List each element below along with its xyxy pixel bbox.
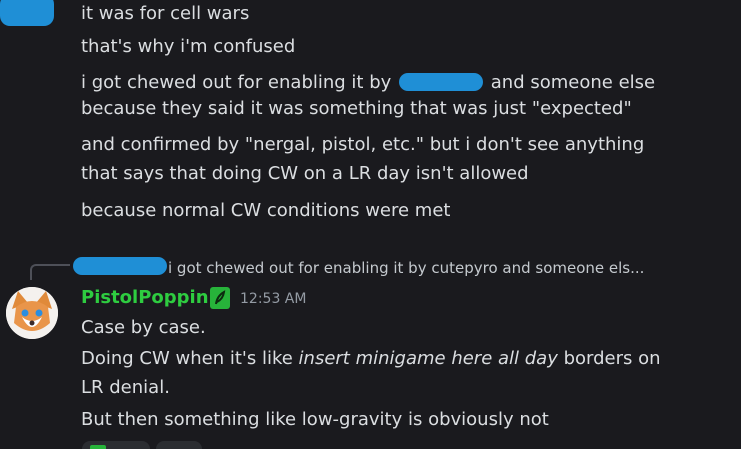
message-text-long: because they said it was something that … bbox=[81, 98, 632, 119]
message-text: it was for cell wars bbox=[81, 3, 250, 24]
message-text: But then something like low-gravity is o… bbox=[81, 409, 549, 430]
chat-view: it was for cell wars that's why i'm conf… bbox=[0, 0, 741, 449]
add-reaction-button[interactable] bbox=[156, 441, 202, 449]
message-text-long: and confirmed by "nergal, pistol, etc." … bbox=[81, 134, 645, 155]
message-text: LR denial. bbox=[81, 377, 170, 398]
leaf-icon bbox=[215, 290, 226, 305]
reaction-button[interactable] bbox=[82, 441, 150, 449]
role-leaf-icon[interactable] bbox=[210, 287, 230, 309]
message-text-long: i got chewed out for enabling it by and … bbox=[81, 71, 655, 95]
message-timestamp[interactable]: 12:53 AM bbox=[240, 290, 306, 308]
message-fragment: Doing CW when it's like bbox=[81, 348, 299, 369]
reply-preview-text[interactable]: i got chewed out for enabling it by cute… bbox=[168, 258, 644, 278]
message-fragment: i got chewed out for enabling it by bbox=[81, 72, 392, 93]
message-text: that's why i'm confused bbox=[81, 36, 296, 57]
redacted-reply-username[interactable] bbox=[73, 257, 167, 275]
message-text: Doing CW when it's like insert minigame … bbox=[81, 347, 661, 371]
message-text: because normal CW conditions were met bbox=[81, 200, 451, 221]
redacted-username-top bbox=[0, 0, 54, 26]
redacted-mention bbox=[399, 73, 484, 91]
message-fragment: borders on bbox=[557, 348, 661, 369]
username[interactable]: PistolPoppin bbox=[81, 286, 209, 310]
reaction-emoji-icon bbox=[90, 445, 106, 449]
reply-connector bbox=[30, 264, 70, 280]
fox-avatar-icon bbox=[6, 287, 58, 339]
message-text: Case by case. bbox=[81, 317, 206, 338]
avatar[interactable] bbox=[6, 287, 58, 339]
message-fragment: and someone else bbox=[490, 72, 656, 93]
message-emphasis: insert minigame here all day bbox=[298, 348, 558, 369]
message-text-long: that says that doing CW on a LR day isn'… bbox=[81, 163, 529, 184]
